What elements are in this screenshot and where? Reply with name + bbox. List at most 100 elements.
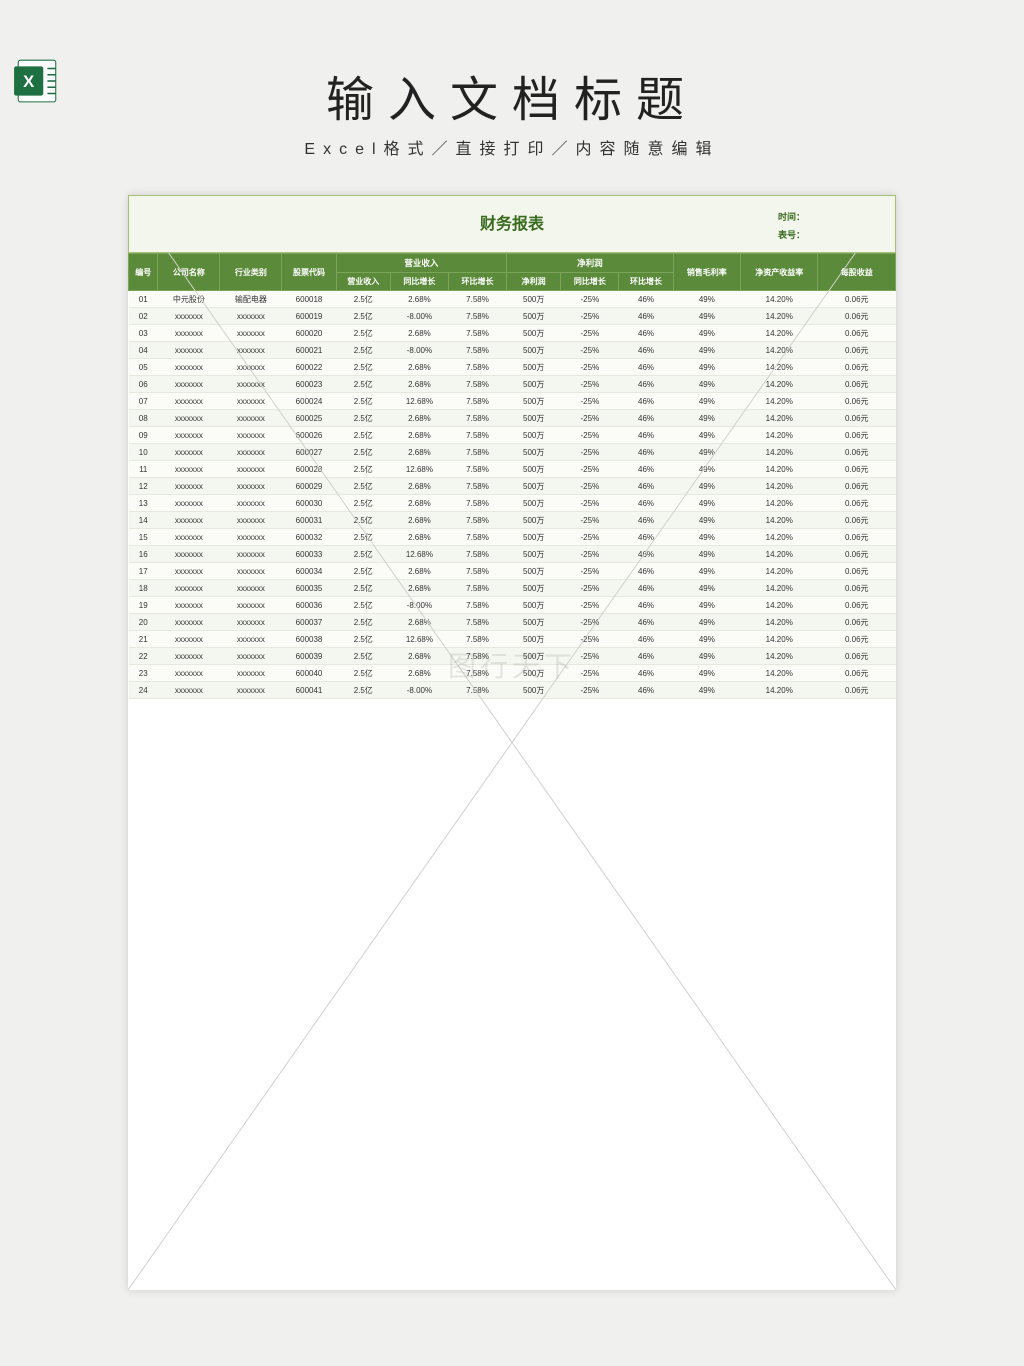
cell-rev: 2.5亿 xyxy=(336,529,390,546)
cell-roe: 14.20% xyxy=(741,427,818,444)
cell-gm: 49% xyxy=(673,291,740,308)
cell-eps: 0.06元 xyxy=(818,291,896,308)
cell-eps: 0.06元 xyxy=(818,665,896,682)
cell-industry: 输配电器 xyxy=(220,291,282,308)
cell-id: 23 xyxy=(129,665,158,682)
col-roe: 净资产收益率 xyxy=(741,254,818,291)
cell-code: 600030 xyxy=(282,495,336,512)
cell-np_mom: 46% xyxy=(619,597,673,614)
col-np-yoy: 同比增长 xyxy=(561,273,619,291)
cell-np_mom: 46% xyxy=(619,631,673,648)
cell-industry: xxxxxxx xyxy=(220,682,282,699)
col-rev-mom: 环比增长 xyxy=(448,273,506,291)
cell-id: 17 xyxy=(129,563,158,580)
cell-industry: xxxxxxx xyxy=(220,393,282,410)
cell-industry: xxxxxxx xyxy=(220,614,282,631)
cell-name: xxxxxxx xyxy=(158,376,220,393)
cell-name: xxxxxxx xyxy=(158,444,220,461)
cell-eps: 0.06元 xyxy=(818,342,896,359)
cell-name: xxxxxxx xyxy=(158,529,220,546)
cell-np_yoy: -25% xyxy=(561,478,619,495)
cell-code: 600040 xyxy=(282,665,336,682)
table-row: 19xxxxxxxxxxxxxx6000362.5亿-8.00%7.58%500… xyxy=(129,597,896,614)
cell-np_mom: 46% xyxy=(619,648,673,665)
cell-rev: 2.5亿 xyxy=(336,393,390,410)
cell-roe: 14.20% xyxy=(741,665,818,682)
cell-eps: 0.06元 xyxy=(818,495,896,512)
cell-gm: 49% xyxy=(673,665,740,682)
cell-rev: 2.5亿 xyxy=(336,563,390,580)
cell-gm: 49% xyxy=(673,325,740,342)
cell-roe: 14.20% xyxy=(741,631,818,648)
cell-id: 18 xyxy=(129,580,158,597)
cell-np_mom: 46% xyxy=(619,665,673,682)
cell-rev: 2.5亿 xyxy=(336,342,390,359)
cell-np: 500万 xyxy=(507,495,561,512)
cell-gm: 49% xyxy=(673,580,740,597)
cell-id: 08 xyxy=(129,410,158,427)
cell-np_yoy: -25% xyxy=(561,648,619,665)
cell-id: 24 xyxy=(129,682,158,699)
cell-np: 500万 xyxy=(507,444,561,461)
cell-np: 500万 xyxy=(507,512,561,529)
cell-code: 600025 xyxy=(282,410,336,427)
cell-rev_yoy: 2.68% xyxy=(390,291,448,308)
table-row: 23xxxxxxxxxxxxxx6000402.5亿2.68%7.58%500万… xyxy=(129,665,896,682)
cell-name: xxxxxxx xyxy=(158,614,220,631)
col-industry: 行业类别 xyxy=(220,254,282,291)
cell-rev_yoy: -8.00% xyxy=(390,597,448,614)
table-row: 24xxxxxxxxxxxxxx6000412.5亿-8.00%7.58%500… xyxy=(129,682,896,699)
cell-gm: 49% xyxy=(673,444,740,461)
cell-np_mom: 46% xyxy=(619,614,673,631)
cell-rev_mom: 7.58% xyxy=(448,393,506,410)
cell-rev_mom: 7.58% xyxy=(448,648,506,665)
cell-name: xxxxxxx xyxy=(158,427,220,444)
cell-rev: 2.5亿 xyxy=(336,665,390,682)
cell-gm: 49% xyxy=(673,512,740,529)
cell-np: 500万 xyxy=(507,546,561,563)
cell-industry: xxxxxxx xyxy=(220,563,282,580)
cell-rev_mom: 7.58% xyxy=(448,631,506,648)
cell-gm: 49% xyxy=(673,410,740,427)
cell-rev_yoy: 2.68% xyxy=(390,529,448,546)
cell-roe: 14.20% xyxy=(741,580,818,597)
cell-gm: 49% xyxy=(673,478,740,495)
cell-rev: 2.5亿 xyxy=(336,359,390,376)
cell-id: 15 xyxy=(129,529,158,546)
cell-name: xxxxxxx xyxy=(158,648,220,665)
cell-name: xxxxxxx xyxy=(158,512,220,529)
col-gm: 销售毛利率 xyxy=(673,254,740,291)
cell-roe: 14.20% xyxy=(741,325,818,342)
cell-code: 600031 xyxy=(282,512,336,529)
cell-id: 10 xyxy=(129,444,158,461)
cell-rev_yoy: -8.00% xyxy=(390,342,448,359)
cell-rev_mom: 7.58% xyxy=(448,546,506,563)
cell-roe: 14.20% xyxy=(741,444,818,461)
cell-rev: 2.5亿 xyxy=(336,682,390,699)
cell-id: 19 xyxy=(129,597,158,614)
table-row: 05xxxxxxxxxxxxxx6000222.5亿2.68%7.58%500万… xyxy=(129,359,896,376)
cell-rev: 2.5亿 xyxy=(336,597,390,614)
cell-eps: 0.06元 xyxy=(818,308,896,325)
cell-id: 21 xyxy=(129,631,158,648)
cell-industry: xxxxxxx xyxy=(220,648,282,665)
cell-rev: 2.5亿 xyxy=(336,614,390,631)
cell-industry: xxxxxxx xyxy=(220,308,282,325)
cell-rev_yoy: 2.68% xyxy=(390,478,448,495)
cell-np_mom: 46% xyxy=(619,461,673,478)
cell-np_yoy: -25% xyxy=(561,427,619,444)
col-name: 公司名称 xyxy=(158,254,220,291)
cell-roe: 14.20% xyxy=(741,495,818,512)
cell-rev_yoy: 2.68% xyxy=(390,359,448,376)
cell-rev: 2.5亿 xyxy=(336,580,390,597)
col-rev: 营业收入 xyxy=(336,273,390,291)
cell-np_mom: 46% xyxy=(619,291,673,308)
cell-id: 02 xyxy=(129,308,158,325)
cell-rev_yoy: 2.68% xyxy=(390,614,448,631)
cell-roe: 14.20% xyxy=(741,597,818,614)
cell-np: 500万 xyxy=(507,580,561,597)
cell-roe: 14.20% xyxy=(741,308,818,325)
cell-np: 500万 xyxy=(507,461,561,478)
cell-id: 12 xyxy=(129,478,158,495)
cell-industry: xxxxxxx xyxy=(220,597,282,614)
